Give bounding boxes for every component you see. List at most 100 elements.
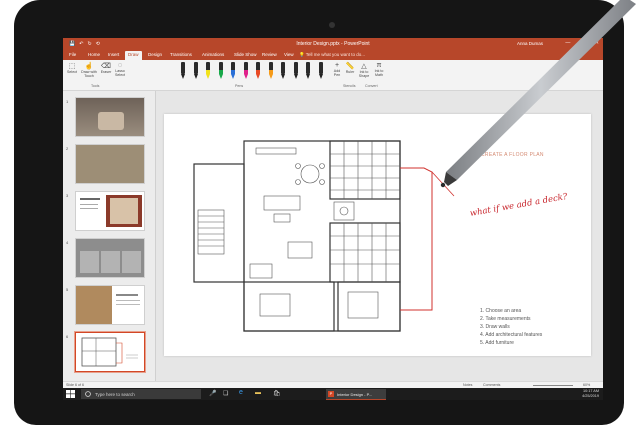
tab-file[interactable]: File [66,51,79,58]
close-button[interactable]: ✕ [595,40,599,46]
pen-8-icon[interactable] [267,62,275,80]
pen-body [318,62,323,74]
pen-tip [231,74,235,79]
zoom-slider[interactable] [533,385,573,386]
powerpoint-taskbar-button[interactable]: P Interior Design - P... [326,389,386,400]
pen-10-icon[interactable] [292,62,300,80]
powerpoint-icon: P [328,391,334,397]
slide-thumbnail-pane: 1 2 3 4 5 6 [63,91,156,381]
pen-body [268,62,273,74]
tab-animations[interactable]: Animations [199,51,227,58]
slide-thumbnail-2[interactable] [75,144,145,184]
tools-group-label: Tools [91,84,100,88]
select-icon: ⬚ [68,63,76,70]
eraser-icon: ⌫ [101,63,111,70]
pen-7-icon[interactable] [254,62,262,80]
minimize-button[interactable]: — [565,40,570,46]
ink-to-shape-button[interactable]: △ Ink to Shape [357,62,371,78]
pen-1-icon[interactable] [179,62,187,80]
pen-body [306,62,310,74]
pen-4-icon[interactable] [217,62,225,80]
pen-11-icon[interactable] [304,62,312,80]
comments-button[interactable]: Comments [483,383,500,387]
pen-5-icon[interactable] [229,62,237,80]
current-slide[interactable]: CREATE A FLOOR PLAN what if we add a dec… [164,114,591,356]
add-pen-button[interactable]: + Add Pen [331,62,343,77]
select-button[interactable]: ⬚ Select [65,62,79,74]
tab-slide-show[interactable]: Slide Show [231,51,260,58]
system-tray[interactable]: 10:17 AM 4/25/2019 [582,389,599,399]
list-item: 3. Draw walls [480,324,510,330]
pen-9-icon[interactable] [279,62,287,80]
pen-12-icon[interactable] [317,62,325,80]
pen-tip [268,74,273,79]
ink-to-math-button[interactable]: π Ink to Math [372,62,386,77]
tell-me-box[interactable]: 💡 Tell me what you want to do... [299,52,365,58]
pen-3-icon[interactable] [204,62,212,80]
notes-button[interactable]: Notes [463,383,472,387]
pens-group-label: Pens [235,84,244,88]
pen-tip [318,74,323,79]
pen-2-icon[interactable] [192,62,200,80]
tab-review[interactable]: Review [259,51,280,58]
tab-view[interactable]: View [281,51,297,58]
thumb-number: 4 [66,240,69,245]
pen-6-icon[interactable] [242,62,250,80]
eraser-button[interactable]: ⌫ Eraser [99,62,113,74]
search-icon [85,391,91,397]
ruler-button[interactable]: 📏 Ruler [344,62,356,74]
pen-tip [281,74,285,79]
task-view-icon[interactable]: ❏ [223,390,231,398]
thumb-number: 5 [66,287,69,292]
pen-body [206,62,210,74]
pen-tip [218,74,223,79]
pen-body [181,62,185,74]
edge-browser-icon[interactable]: e [239,389,247,397]
tab-home[interactable]: Home [85,51,103,58]
lasso-icon: ◌ [117,62,123,69]
lasso-select-button[interactable]: ◌ Lasso Select [113,62,127,77]
ribbon-tabs: File Home Insert Draw Design Transitions… [63,50,603,61]
tab-design[interactable]: Design [145,51,165,58]
list-item: 5. Add furniture [480,340,514,346]
store-icon[interactable]: 🛍 [273,390,281,398]
draw-with-touch-button[interactable]: ☝ Draw with Touch [80,62,98,78]
pen-tip [181,74,185,79]
taskbar-search-box[interactable]: Type here to search [81,389,201,399]
pen-tip [243,74,248,79]
thumb-number: 3 [66,193,69,198]
pen-body [256,62,260,74]
slide-thumbnail-1[interactable] [75,97,145,137]
thumb-number: 1 [66,99,69,104]
slide-thumbnail-6[interactable] [75,332,145,372]
thumb-number: 2 [66,146,69,151]
ruler-icon: 📏 [345,63,355,70]
slide-editor: CREATE A FLOOR PLAN what if we add a dec… [156,91,603,381]
pen-tip [256,74,260,79]
maximize-button[interactable]: ☐ [580,40,584,46]
floorplan-thumb [81,337,138,367]
windows-start-icon[interactable] [66,390,75,398]
slide-thumbnail-3[interactable] [75,191,145,231]
steps-list[interactable]: 1. Choose an area 2. Take measurements 3… [480,307,542,347]
slide-title[interactable]: CREATE A FLOOR PLAN [481,152,544,158]
stencils-group-label: Stencils [343,84,356,88]
tab-transitions[interactable]: Transitions [167,51,195,58]
user-name[interactable]: Anna Dumas [517,41,543,46]
shape-icon: △ [361,63,367,70]
list-item: 1. Choose an area [480,308,522,314]
zoom-level[interactable]: 60% [583,383,590,387]
slide-thumbnail-4[interactable] [75,238,145,278]
slide-thumbnail-5[interactable] [75,285,145,325]
touch-icon: ☝ [84,63,94,70]
slide-count: Slide 6 of 6 [66,383,84,387]
file-explorer-icon[interactable]: ▬ [255,390,263,398]
ribbon-draw: ⬚ Select ☝ Draw with Touch ⌫ Eraser ◌ La… [63,60,603,91]
list-item: 4. Add architectural features [480,332,543,338]
pen-body [193,62,198,74]
pen-tip [193,74,198,79]
tab-insert[interactable]: Insert [105,51,122,58]
search-placeholder: Type here to search [95,392,135,397]
microphone-icon[interactable]: 🎤 [209,390,217,398]
windows-taskbar: Type here to search 🎤 ❏ e ▬ 🛍 P Interior… [63,388,603,400]
